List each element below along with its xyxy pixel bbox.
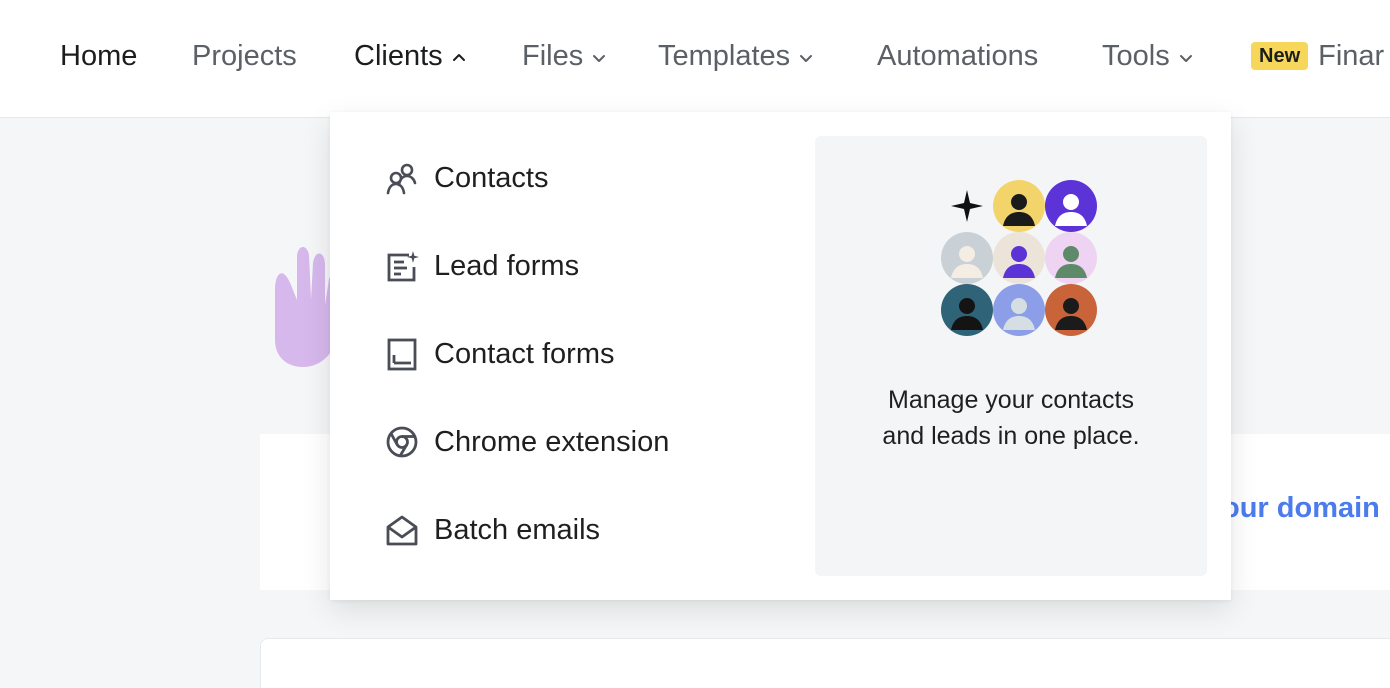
nav-projects-label: Projects [192,39,297,72]
menu-item-lead-forms[interactable]: Lead forms [384,242,579,290]
nav-home[interactable]: Home [60,36,137,76]
chrome-icon [384,424,420,460]
nav-tools[interactable]: Tools [1102,36,1194,76]
nav-tools-label: Tools [1102,39,1170,72]
nav-automations[interactable]: Automations [877,36,1038,76]
top-navigation: Home Projects Clients Files Templates Au… [0,0,1390,118]
menu-item-label: Chrome extension [434,425,670,458]
contacts-avatar-grid-illustration [941,180,1097,336]
nav-home-label: Home [60,39,138,72]
menu-item-contact-forms[interactable]: Contact forms [384,330,615,378]
nav-clients-label: Clients [354,39,443,72]
nav-files[interactable]: Files [522,36,607,76]
nav-finance-label: Finar [1318,39,1385,72]
nav-finance[interactable]: New Finar [1251,36,1384,76]
nav-automations-label: Automations [877,39,1039,72]
domain-link[interactable]: our domain [1222,492,1380,525]
content-card-lower [260,638,1390,688]
nav-projects[interactable]: Projects [192,36,297,76]
lead-form-icon [384,248,420,284]
nav-files-label: Files [522,39,584,72]
menu-item-label: Batch emails [434,513,601,546]
menu-item-label: Contacts [434,161,549,194]
chevron-up-icon [452,54,465,61]
contact-form-icon [384,336,420,372]
chevron-down-icon [1179,55,1192,62]
menu-item-chrome-extension[interactable]: Chrome extension [384,418,669,466]
menu-item-label: Lead forms [434,249,580,282]
sparkle-icon [951,190,983,222]
nav-templates[interactable]: Templates [658,36,814,76]
promo-line-2: and leads in one place. [882,422,1140,450]
promo-description: Manage your contacts and leads in one pl… [815,382,1207,454]
new-badge: New [1251,42,1309,70]
menu-item-label: Contact forms [434,337,615,370]
chevron-down-icon [800,55,813,62]
promo-line-1: Manage your contacts [888,386,1134,414]
clients-promo-panel: Manage your contacts and leads in one pl… [815,136,1207,576]
clients-dropdown-menu: Contacts Lead forms Contact forms Chrome… [330,112,1231,600]
nav-templates-label: Templates [658,39,791,72]
menu-item-batch-emails[interactable]: Batch emails [384,506,600,554]
contacts-icon [384,160,420,196]
batch-email-icon [384,512,420,548]
menu-item-contacts[interactable]: Contacts [384,154,548,202]
nav-clients[interactable]: Clients [354,36,467,76]
chevron-down-icon [593,55,606,62]
